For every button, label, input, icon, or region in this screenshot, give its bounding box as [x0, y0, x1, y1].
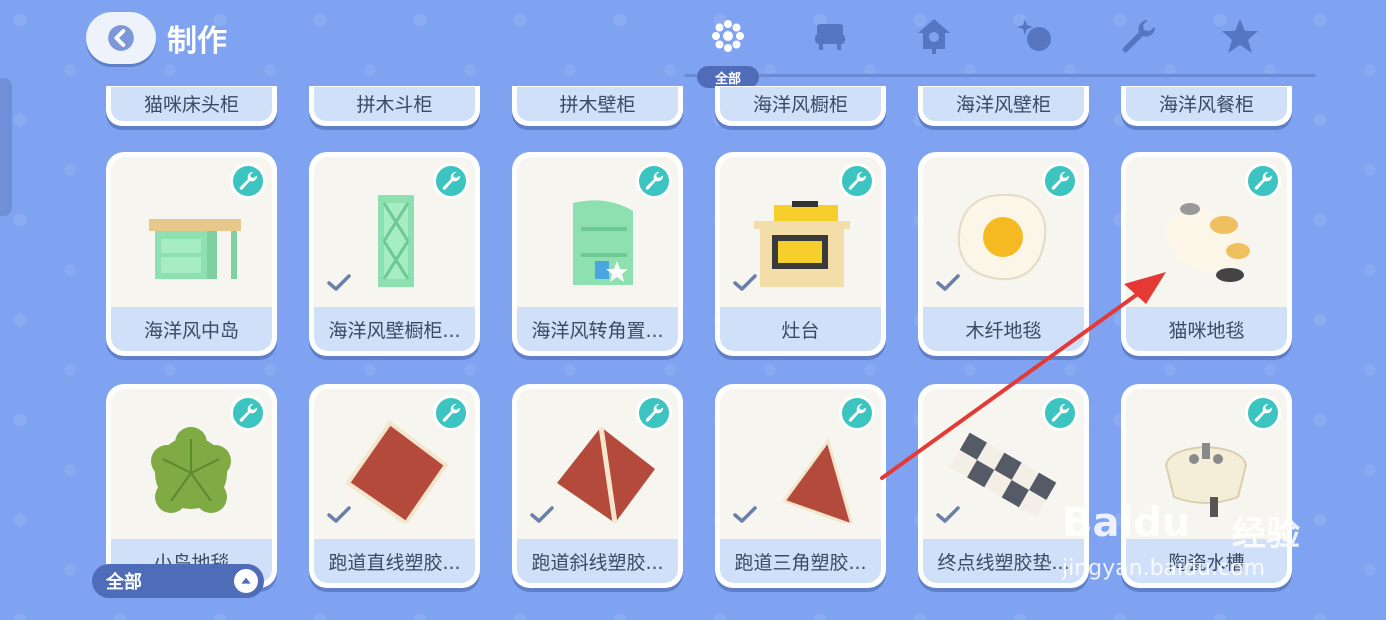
wrench-icon	[1254, 403, 1273, 422]
item-card-cat-rug[interactable]: 猫咪地毯	[1121, 152, 1292, 356]
watermark-logo: Baidu	[1062, 500, 1191, 546]
item-card-wood-fiber-rug[interactable]: 木纤地毯	[918, 152, 1089, 356]
item-card-track-triangle[interactable]: 跑道三角塑胶...	[715, 384, 886, 588]
item-card[interactable]: 拼木壁柜	[512, 86, 683, 126]
wrench-icon	[239, 171, 258, 190]
item-card-stove[interactable]: 灶台	[715, 152, 886, 356]
checkmark-icon	[733, 274, 757, 291]
ocean-corner-shelf-image	[573, 200, 633, 285]
craftable-badge	[636, 163, 672, 199]
item-card[interactable]: 海洋风餐柜	[1121, 86, 1292, 126]
item-card[interactable]: 海洋风橱柜	[715, 86, 886, 126]
item-label: 木纤地毯	[923, 307, 1084, 351]
craftable-badge	[1042, 163, 1078, 199]
track-triangle-mat-image	[781, 437, 853, 523]
craftable-badge	[839, 163, 875, 199]
craftable-badge	[433, 395, 469, 431]
wrench-icon	[645, 171, 664, 190]
item-card-track-diagonal[interactable]: 跑道斜线塑胶...	[512, 384, 683, 588]
wrench-icon	[1051, 171, 1070, 190]
wrench-icon	[442, 403, 461, 422]
item-label: 跑道斜线塑胶...	[517, 539, 678, 583]
craftable-badge	[636, 395, 672, 431]
item-label: 海洋风壁柜	[923, 87, 1084, 121]
craftable-badge	[433, 163, 469, 199]
checkmark-icon	[936, 506, 960, 523]
leaf-rug-image	[151, 427, 231, 513]
egg-rug-image	[957, 193, 1047, 281]
filter-label: 全部	[106, 572, 142, 593]
watermark-url: jingyan.baidu.com	[1062, 556, 1266, 581]
craftable-badge	[1042, 395, 1078, 431]
checkmark-icon	[530, 506, 554, 523]
item-card[interactable]: 拼木斗柜	[309, 86, 480, 126]
item-label: 海洋风橱柜	[720, 87, 881, 121]
wrench-icon	[239, 403, 258, 422]
checkmark-icon	[327, 506, 351, 523]
chevron-up-icon	[234, 569, 258, 593]
checkered-mat-image	[949, 432, 1057, 518]
item-card-ocean-corner-shelf[interactable]: 海洋风转角置...	[512, 152, 683, 356]
item-label: 海洋风壁橱柜...	[314, 307, 475, 351]
stove-image	[754, 201, 850, 287]
item-label: 海洋风中岛	[111, 307, 272, 351]
item-card-track-straight[interactable]: 跑道直线塑胶...	[309, 384, 480, 588]
craftable-badge	[1245, 395, 1281, 431]
watermark: Baidu 经验 jingyan.baidu.com	[1062, 500, 1322, 590]
craftable-badge	[230, 395, 266, 431]
item-label: 灶台	[720, 307, 881, 351]
wrench-icon	[1051, 403, 1070, 422]
item-card[interactable]: 猫咪床头柜	[106, 86, 277, 126]
item-card-bird-rug[interactable]: 小鸟地毯	[106, 384, 277, 588]
item-label: 拼木斗柜	[314, 87, 475, 121]
item-label: 海洋风转角置...	[517, 307, 678, 351]
craftable-badge	[1245, 163, 1281, 199]
checkmark-icon	[327, 274, 351, 291]
item-label: 猫咪地毯	[1126, 307, 1287, 351]
checkmark-icon	[733, 506, 757, 523]
wrench-icon	[1254, 171, 1273, 190]
item-label: 猫咪床头柜	[111, 87, 272, 121]
wrench-icon	[442, 171, 461, 190]
watermark-text: 经验	[1232, 514, 1300, 554]
item-label: 终点线塑胶垫...	[923, 539, 1084, 583]
craftable-badge	[230, 163, 266, 199]
item-card[interactable]: 海洋风壁柜	[918, 86, 1089, 126]
item-label: 拼木壁柜	[517, 87, 678, 121]
item-card-ocean-island[interactable]: 海洋风中岛	[106, 152, 277, 356]
track-diagonal-mat-image	[557, 426, 655, 523]
item-label: 跑道直线塑胶...	[314, 539, 475, 583]
cat-rug-image	[1165, 203, 1250, 282]
wrench-icon	[848, 171, 867, 190]
ocean-wall-cabinet-image	[378, 195, 414, 287]
craftable-badge	[839, 395, 875, 431]
filter-dropdown[interactable]: 全部	[92, 564, 264, 598]
ocean-island-image	[149, 219, 241, 279]
item-label: 跑道三角塑胶...	[720, 539, 881, 583]
item-card-ocean-wall-cabinet[interactable]: 海洋风壁橱柜...	[309, 152, 480, 356]
item-label: 海洋风餐柜	[1126, 87, 1287, 121]
wrench-icon	[645, 403, 664, 422]
track-straight-mat-image	[345, 420, 449, 523]
checkmark-icon	[936, 274, 960, 291]
wrench-icon	[848, 403, 867, 422]
